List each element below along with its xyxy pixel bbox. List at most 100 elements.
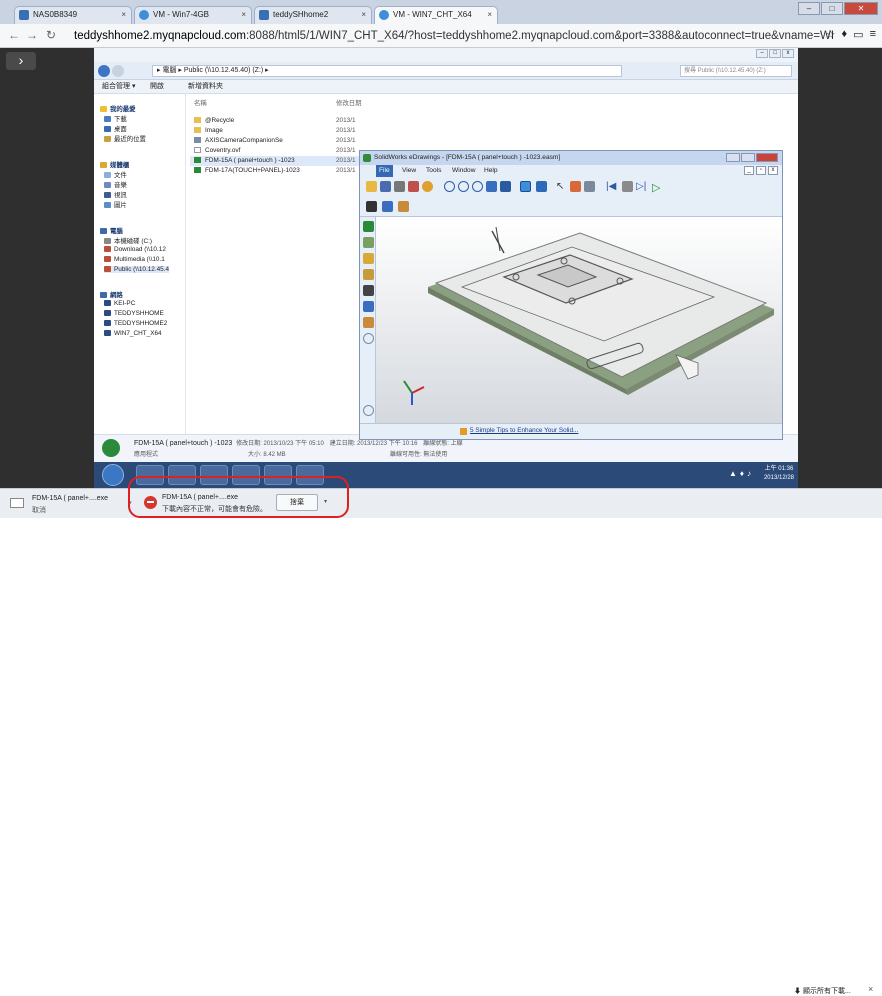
file-row[interactable]: Image 2013/1 [190,126,368,136]
favorites-group[interactable]: 我的最愛 [100,104,136,113]
start-button[interactable] [102,464,124,486]
nav-item[interactable]: Download (\\10.12 [104,246,166,253]
nav-item[interactable]: KEI-PC [104,300,135,307]
menu-file[interactable]: File [376,165,393,177]
nav-item-selected[interactable]: Public (\\10.12.45.4 [104,266,170,273]
nav-item[interactable]: TEDDYSHHOME [104,310,164,317]
column-header-name[interactable]: 名稱 [194,98,207,107]
select-icon[interactable]: ↖ [556,181,567,192]
maximize-icon[interactable]: □ [821,2,843,15]
forward-icon[interactable] [112,65,124,77]
save-icon[interactable] [380,181,391,192]
markup-panel-icon[interactable] [363,253,374,264]
sheets-icon[interactable] [363,285,374,296]
zoom-fit-icon[interactable] [444,181,455,192]
star-icon[interactable]: ☆ [826,28,836,41]
menu-icon[interactable]: ≡ [870,28,876,41]
browser-tab[interactable]: teddySHhome2 × [254,6,372,24]
show-all-downloads-link[interactable]: 顯示所有下載... [794,986,851,996]
address-bar[interactable]: teddyshhome2.myqnapcloud.com:8088/html5/… [74,28,834,44]
open-icon[interactable] [366,181,377,192]
file-row-selected[interactable]: FDM-15A ( panel+touch ) -1023 2013/1 [190,156,368,166]
search-input[interactable]: 搜尋 Public (\\10.12.45.40) (Z:) [680,65,792,77]
file-row[interactable]: Coventry.ovf 2013/1 [190,146,368,156]
tips-link[interactable]: 5 Simple Tips to Enhance Your Solid... [470,427,578,434]
network-group[interactable]: 網路 [100,290,123,299]
nav-item[interactable]: 最近的位置 [104,134,146,143]
rotate-icon[interactable] [486,181,497,192]
nav-item[interactable]: 視訊 [104,190,127,199]
file-row[interactable]: FDM-17A(TOUCH+PANEL)-1023 2013/1 [190,166,368,176]
nav-item[interactable]: 桌面 [104,124,127,133]
maximize-icon[interactable] [741,153,755,162]
tab-close-icon[interactable]: × [241,7,246,23]
view-orientation-icon[interactable] [536,181,547,192]
next-frame-icon[interactable]: ▷| [636,181,647,192]
browser-tab[interactable]: VM - Win7-4GB × [134,6,252,24]
column-header-date[interactable]: 修改日期 [336,98,362,107]
pan-icon[interactable] [500,181,511,192]
organize-button[interactable]: 組合管理 ▾ [102,80,135,93]
file-row[interactable]: AXISCameraCompanionSe 2013/1 [190,136,368,146]
browser-tab[interactable]: NAS0B8349 × [14,6,132,24]
libraries-group[interactable]: 媒體櫃 [100,160,129,169]
first-frame-icon[interactable]: |◀ [606,181,617,192]
nav-item[interactable]: 文件 [104,170,127,179]
play-icon[interactable]: ▷ [652,181,663,194]
reload-icon[interactable]: ↻ [46,28,56,42]
sidebar-toggle-button[interactable]: › [6,52,36,70]
download-item[interactable]: FDM-15A ( panel+....exe 取消 ▾ [6,492,132,516]
browser-tab-active[interactable]: VM - WIN7_CHT_X64 × [374,6,498,24]
nav-item[interactable]: 音樂 [104,180,127,189]
section-icon[interactable] [584,181,595,192]
computer-group[interactable]: 電腦 [100,226,123,235]
menu-tools[interactable]: Tools [426,165,441,177]
cast-icon[interactable]: ▭ [853,28,863,41]
close-icon[interactable] [756,153,778,162]
components-icon[interactable] [363,221,374,232]
back-icon[interactable] [98,65,110,77]
back-icon[interactable]: ← [8,28,20,42]
file-row[interactable]: @Recycle 2013/1 [190,116,368,126]
extension-icon[interactable]: ♦ [842,28,848,41]
zoom-icon[interactable] [472,181,483,192]
send-icon[interactable] [408,181,419,192]
mdi-close-icon[interactable]: x [768,166,778,175]
close-shelf-icon[interactable]: × [868,984,873,994]
edrawings-window[interactable]: SolidWorks eDrawings - [FDM-15A ( panel+… [359,150,783,440]
mdi-minimize-icon[interactable]: _ [744,166,754,175]
move-component-icon[interactable] [398,201,409,212]
print-icon[interactable] [394,181,405,192]
nav-item[interactable]: WIN7_CHT_X64 [104,330,162,337]
breadcrumb[interactable]: ▸ 電腦 ▸ Public (\\10.12.45.40) (Z:) ▸ [152,65,622,77]
menu-help[interactable]: Help [484,165,498,177]
nav-item[interactable]: 本機磁碟 (C:) [104,236,152,245]
help-icon[interactable] [422,181,433,192]
measure-panel-icon[interactable] [363,269,374,280]
menu-window[interactable]: Window [452,165,475,177]
minimize-icon[interactable] [726,153,740,162]
tab-close-icon[interactable]: × [361,7,366,23]
minimize-icon[interactable]: – [798,2,820,15]
tab-close-icon[interactable]: × [121,7,126,23]
menu-view[interactable]: View [402,165,416,177]
explode-icon[interactable] [382,201,393,212]
zoom-area-icon[interactable] [458,181,469,192]
markup-icon[interactable] [366,201,377,212]
forward-icon[interactable]: → [26,28,38,42]
mdi-restore-icon[interactable]: ▫ [756,166,766,175]
system-tray-icons[interactable]: ▲♦♪ [729,469,754,478]
close-window-icon[interactable]: ✕ [844,2,878,15]
properties-icon[interactable] [363,317,374,328]
nav-item[interactable]: Multimedia (\\10.1 [104,256,165,263]
remote-desktop[interactable]: – □ x ▸ 電腦 ▸ Public (\\10.12.45.40) (Z:)… [94,48,798,488]
maximize-icon[interactable]: □ [769,49,781,58]
tab-close-icon[interactable]: × [487,7,492,23]
nav-item[interactable]: 圖片 [104,200,127,209]
collapse-panel-icon[interactable] [363,333,374,344]
new-folder-button[interactable]: 新增資料夾 [188,80,223,93]
taskbar-clock[interactable]: 上午 01:36 2013/12/28 [764,465,794,483]
stamp-icon[interactable] [363,301,374,312]
stop-icon[interactable] [622,181,633,192]
measure-icon[interactable] [570,181,581,192]
